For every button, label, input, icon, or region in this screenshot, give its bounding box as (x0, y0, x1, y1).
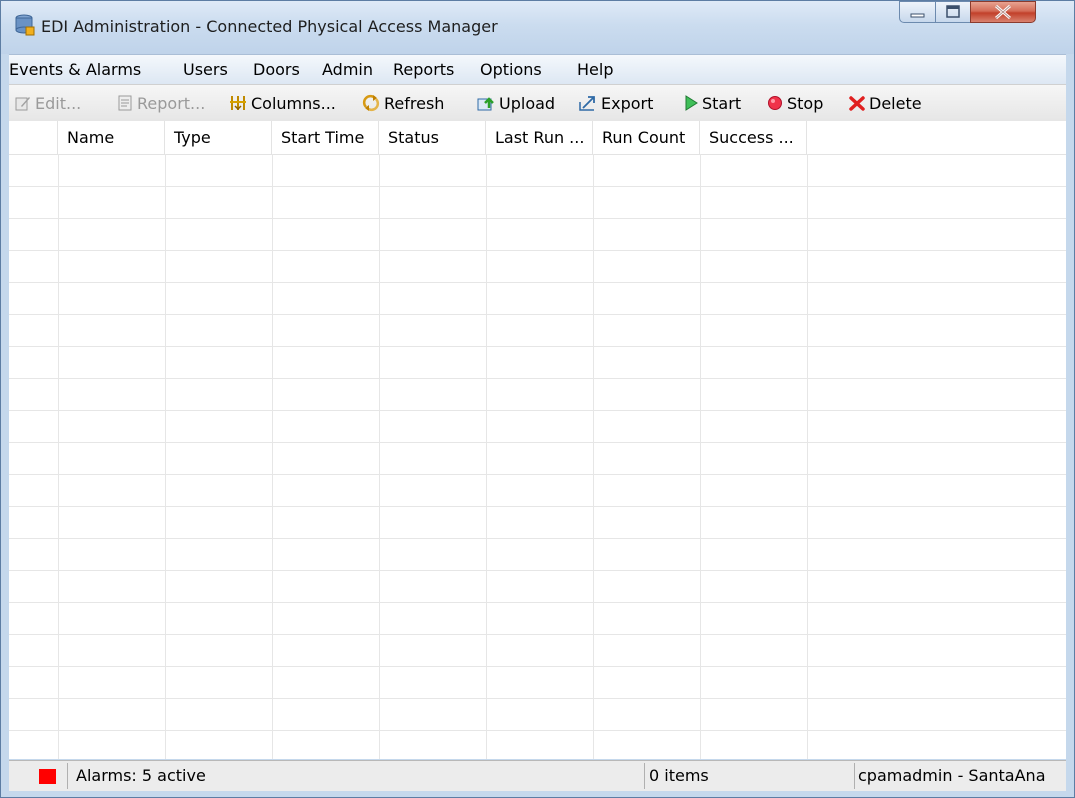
menu-help[interactable]: Help (577, 60, 613, 79)
maximize-button[interactable] (935, 1, 971, 23)
status-bar: Alarms: 5 active 0 items cpamadmin - San… (9, 760, 1066, 791)
grid-row-line (9, 314, 1066, 315)
row-header-corner (9, 121, 58, 154)
export-label: Export (601, 93, 654, 113)
column-header-last-run[interactable]: Last Run ... (486, 121, 593, 154)
grid-row-line (9, 538, 1066, 539)
column-header-name[interactable]: Name (58, 121, 165, 154)
stop-icon (768, 96, 782, 110)
grid-column-line (593, 154, 594, 759)
upload-button[interactable]: Upload (477, 92, 555, 114)
edit-label: Edit... (35, 93, 82, 113)
grid-column-line (272, 154, 273, 759)
minimize-icon (910, 13, 925, 18)
column-header-run-count[interactable]: Run Count (593, 121, 700, 154)
menu-doors[interactable]: Doors (253, 60, 300, 79)
window-title: EDI Administration - Connected Physical … (41, 17, 498, 36)
alarm-indicator-icon (39, 769, 56, 784)
refresh-icon (362, 94, 380, 112)
close-icon (995, 4, 1011, 20)
menu-reports[interactable]: Reports (393, 60, 454, 79)
menu-users[interactable]: Users (183, 60, 228, 79)
refresh-button[interactable]: Refresh (362, 92, 444, 114)
grid-row-line (9, 666, 1066, 667)
grid-column-line (700, 154, 701, 759)
grid-row-line (9, 442, 1066, 443)
export-button[interactable]: Export (579, 92, 653, 114)
stop-label: Stop (787, 93, 824, 113)
grid-row-line (9, 634, 1066, 635)
export-icon (579, 96, 595, 111)
maximize-icon (946, 5, 960, 18)
grid-column-line (58, 154, 59, 759)
report-button[interactable]: Report... (117, 92, 205, 114)
grid-row-line (9, 378, 1066, 379)
database-app-icon (15, 14, 35, 36)
grid-row-line (9, 698, 1066, 699)
grid-column-line (165, 154, 166, 759)
start-button[interactable]: Start (684, 92, 741, 114)
grid-row-line (9, 410, 1066, 411)
minimize-button[interactable] (899, 1, 936, 23)
edit-button[interactable]: Edit... (15, 92, 81, 114)
grid-row-line (9, 346, 1066, 347)
upload-icon (477, 97, 494, 111)
toolbar: Edit... Report... Columns... Refresh Upl… (9, 84, 1066, 122)
app-window: EDI Administration - Connected Physical … (0, 0, 1075, 798)
delete-button[interactable]: Delete (849, 92, 922, 114)
close-button[interactable] (970, 1, 1036, 23)
status-separator (854, 763, 855, 789)
status-separator (644, 763, 645, 789)
columns-icon (230, 96, 246, 111)
columns-label: Columns... (251, 93, 336, 113)
grid-column-line (807, 154, 808, 759)
edit-icon (15, 97, 30, 111)
title-bar[interactable]: EDI Administration - Connected Physical … (1, 1, 1074, 54)
column-header-start-time[interactable]: Start Time (272, 121, 379, 154)
report-icon (118, 95, 132, 111)
grid-column-line (379, 154, 380, 759)
refresh-label: Refresh (384, 93, 445, 113)
column-header-status[interactable]: Status (379, 121, 486, 154)
grid-column-line (486, 154, 487, 759)
column-header-type[interactable]: Type (165, 121, 272, 154)
menu-events-alarms[interactable]: Events & Alarms (9, 60, 141, 79)
upload-label: Upload (499, 93, 556, 113)
delete-icon (849, 96, 865, 111)
alarms-status: Alarms: 5 active (76, 766, 206, 785)
grid-row-line (9, 218, 1066, 219)
menu-admin[interactable]: Admin (322, 60, 373, 79)
menu-bar: Events & Alarms Users Doors Admin Report… (9, 54, 1066, 84)
grid-row-line (9, 282, 1066, 283)
report-label: Report... (137, 93, 206, 113)
jobs-table[interactable]: Name Type Start Time Status Last Run ...… (9, 121, 1066, 759)
delete-label: Delete (869, 93, 922, 113)
columns-button[interactable]: Columns... (229, 92, 336, 114)
menu-options[interactable]: Options (480, 60, 542, 79)
column-header-success[interactable]: Success ... (700, 121, 807, 154)
status-separator (67, 763, 68, 789)
grid-row-line (9, 186, 1066, 187)
grid-row-line (9, 602, 1066, 603)
grid-row-line (9, 474, 1066, 475)
grid-row-line (9, 250, 1066, 251)
grid-row-line (9, 730, 1066, 731)
grid-row-line (9, 506, 1066, 507)
logged-in-user: cpamadmin - SantaAna (858, 766, 1046, 785)
grid-row-line (9, 570, 1066, 571)
item-count: 0 items (649, 766, 709, 785)
play-icon (685, 95, 698, 111)
table-header: Name Type Start Time Status Last Run ...… (9, 121, 1066, 155)
stop-button[interactable]: Stop (767, 92, 823, 114)
start-label: Start (702, 93, 742, 113)
